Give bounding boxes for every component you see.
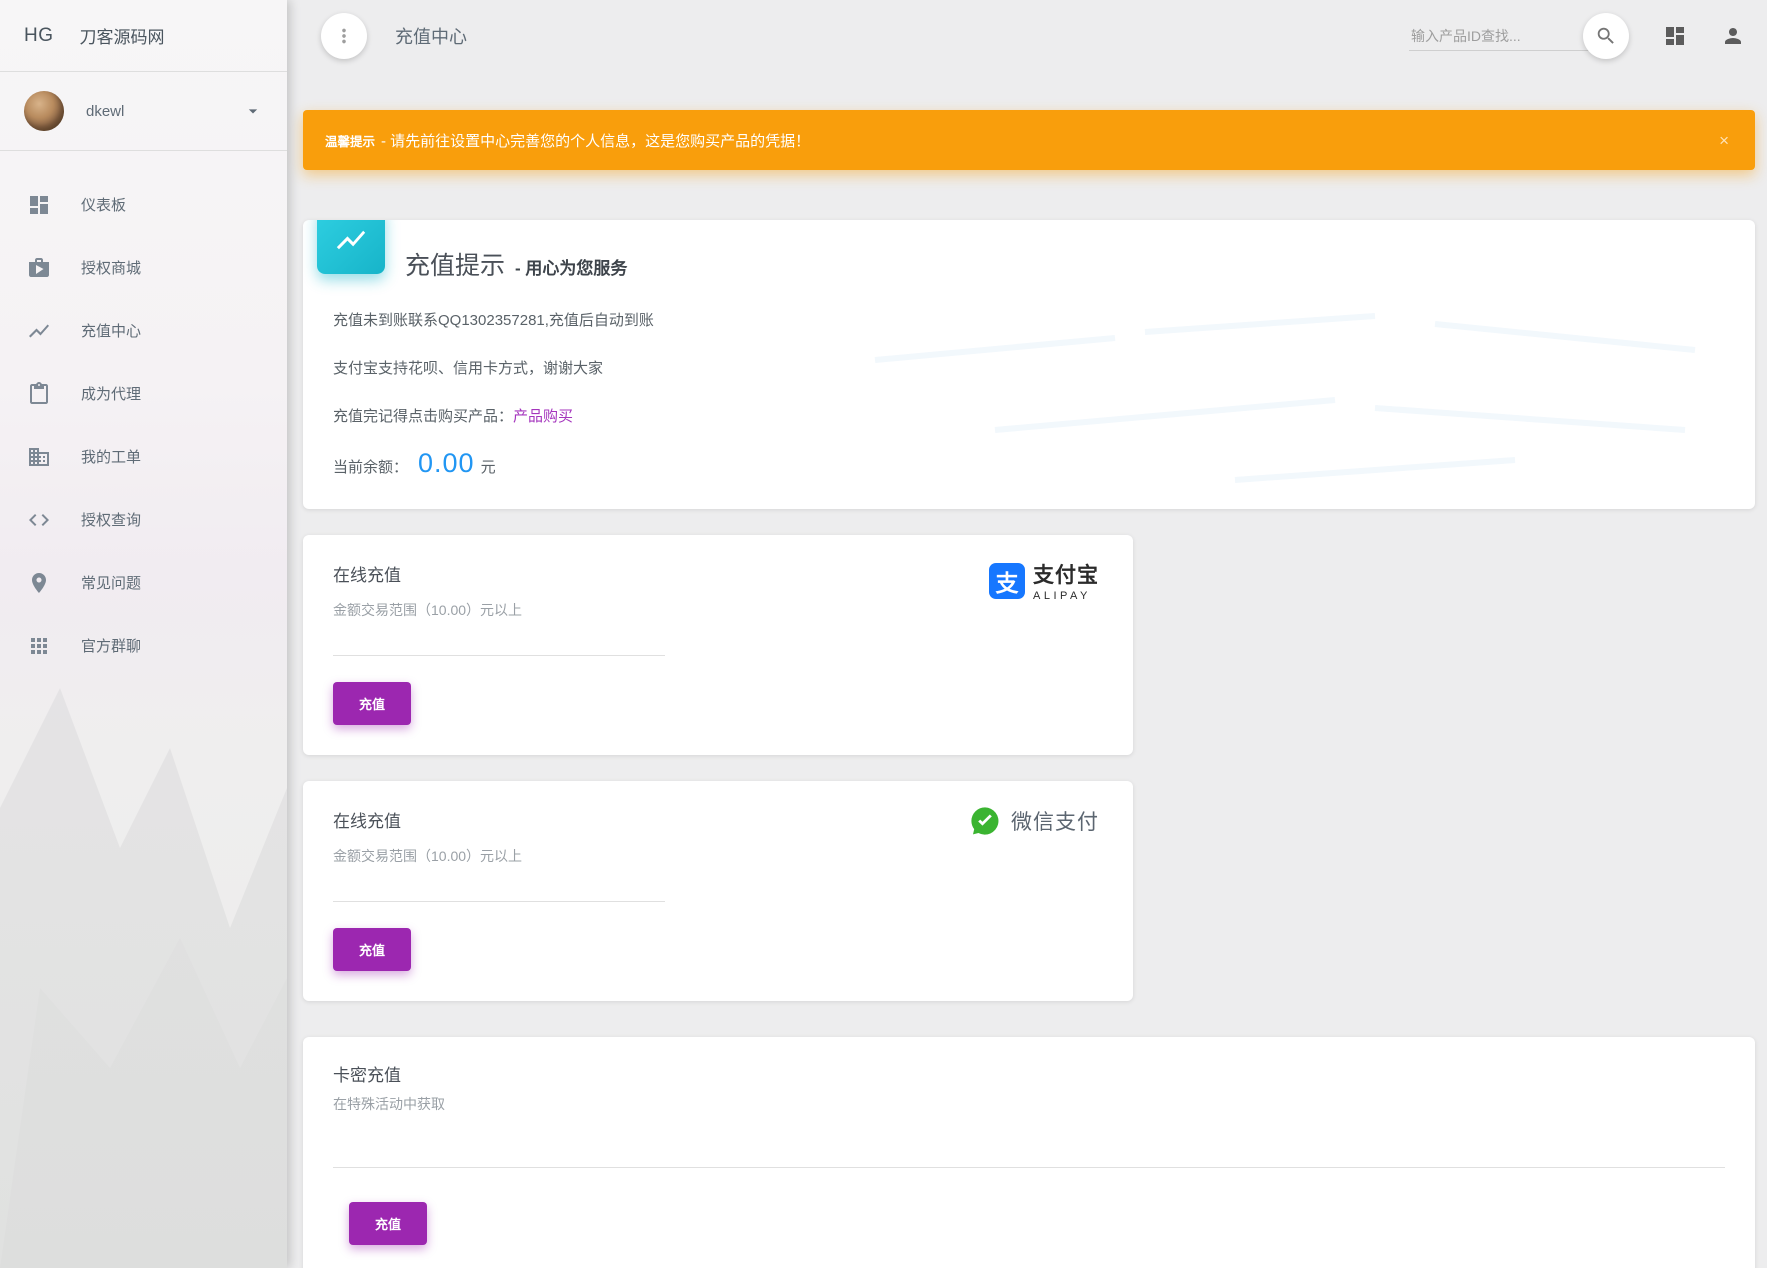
page-title: 充值中心 [395,23,467,49]
sidebar-item-label: 我的工单 [81,446,141,467]
pay-card-subtitle: 金额交易范围（10.00）元以上 [333,846,1103,866]
tip-line-qq: 充值未到账联系QQ1302357281,充值后自动到账 [333,309,1725,330]
sidebar-item-label: 常见问题 [81,572,141,593]
buy-line-prefix: 充值完记得点击购买产品： [333,408,513,425]
sidebar-item-label: 仪表板 [81,194,126,215]
sidebar-item-agent[interactable]: 成为代理 [0,362,287,425]
wechat-pay-name: 微信支付 [1011,806,1099,836]
trend-chart-badge [317,220,385,274]
pay-card-subtitle: 在特殊活动中获取 [333,1094,1725,1114]
alipay-recharge-card: 在线充值 金额交易范围（10.00）元以上 充值 支 支付宝 ALIPAY [303,535,1133,755]
code-icon [27,508,51,532]
cardkey-recharge-card: 卡密充值 在特殊活动中获取 充值 [303,1037,1755,1268]
chevron-down-icon [243,101,263,121]
sidebar-item-license-query[interactable]: 授权查询 [0,488,287,551]
wechat-recharge-card: 在线充值 金额交易范围（10.00）元以上 充值 微信支付 [303,781,1133,1001]
trend-chart-icon [27,319,51,343]
user-menu[interactable]: dkewl [0,72,287,151]
recharge-tips-subtitle: - 用心为您服务 [515,254,627,279]
pay-card-subtitle: 金额交易范围（10.00）元以上 [333,600,1103,620]
dashboard-icon [27,193,51,217]
recharge-button[interactable]: 充值 [349,1202,427,1245]
sidebar-item-label: 授权查询 [81,509,141,530]
search-input[interactable] [1409,22,1591,51]
recharge-tips-card: 充值提示 - 用心为您服务 充值未到账联系QQ1302357281,充值后自动到… [303,220,1755,509]
topbar-actions [1409,13,1745,59]
sidebar-item-recharge[interactable]: 充值中心 [0,299,287,362]
balance-value: 0.00 [418,448,475,479]
tip-line-alipay-methods: 支付宝支持花呗、信用卡方式，谢谢大家 [333,357,1725,378]
brand-logo: HG [24,25,54,47]
wechat-pay-logo: 微信支付 [969,805,1099,837]
amount-input[interactable] [333,872,665,902]
sidebar-menu: 仪表板 授权商城 充值中心 成为代理 我的工单 授权查询 [0,151,287,677]
sidebar-item-dashboard[interactable]: 仪表板 [0,173,287,236]
sidebar-item-label: 授权商城 [81,257,141,278]
balance-unit: 元 [481,456,496,477]
avatar [24,91,64,131]
alipay-name: 支付宝 [1033,559,1099,589]
clipboard-icon [27,382,51,406]
pay-card-title: 卡密充值 [333,1061,1725,1086]
sidebar-item-label: 充值中心 [81,320,141,341]
amount-input[interactable] [333,626,665,656]
sidebar-item-tickets[interactable]: 我的工单 [0,425,287,488]
more-vert-icon [333,25,355,47]
dashboard-shortcut-icon[interactable] [1663,24,1687,48]
apps-grid-icon [27,634,51,658]
alipay-logo: 支 支付宝 ALIPAY [989,559,1099,602]
user-account-icon[interactable] [1721,24,1745,48]
main-content: 充值中心 温馨提示 - 请先前往设置中心完善您的个人信息，这是您购买产品的凭据！… [287,0,1767,1268]
close-icon[interactable]: × [1715,128,1733,153]
banner-bold-label: 温馨提示 [325,131,375,150]
sidebar-item-label: 官方群聊 [81,635,141,656]
recharge-tips-title: 充值提示 [405,246,505,282]
sidebar-item-shop[interactable]: 授权商城 [0,236,287,299]
search-icon [1595,25,1617,47]
balance-label: 当前余额： [333,456,408,477]
trend-chart-icon [334,223,368,257]
brand-name: 刀客源码网 [80,23,165,48]
sidebar-item-faq[interactable]: 常见问题 [0,551,287,614]
banner-text: - 请先前往设置中心完善您的个人信息，这是您购买产品的凭据！ [381,130,1715,151]
sidebar-item-label: 成为代理 [81,383,141,404]
alipay-icon: 支 [989,563,1025,599]
recharge-button[interactable]: 充值 [333,682,411,725]
search-button[interactable] [1583,13,1629,59]
shop-icon [27,256,51,280]
sidebar-item-group-chat[interactable]: 官方群聊 [0,614,287,677]
brand-header: HG 刀客源码网 [0,0,287,72]
tip-line-buy: 充值完记得点击购买产品：产品购买 [333,405,1725,426]
recharge-tips-title-row: 充值提示 - 用心为您服务 [333,220,1725,282]
location-pin-icon [27,571,51,595]
product-buy-link[interactable]: 产品购买 [513,408,573,425]
menu-kebab-button[interactable] [321,13,367,59]
recharge-button[interactable]: 充值 [333,928,411,971]
building-icon [27,445,51,469]
cardkey-input[interactable] [333,1138,1725,1168]
alipay-sub: ALIPAY [1033,590,1099,602]
sidebar: HG 刀客源码网 dkewl 仪表板 授权商城 充值中心 成为代理 [0,0,287,1268]
balance-row: 当前余额： 0.00 元 [333,448,1725,479]
notice-banner: 温馨提示 - 请先前往设置中心完善您的个人信息，这是您购买产品的凭据！ × [303,110,1755,170]
wechat-icon [969,805,1001,837]
pay-card-title: 在线充值 [333,561,1103,586]
user-name: dkewl [86,103,243,120]
top-bar: 充值中心 [287,0,1767,72]
